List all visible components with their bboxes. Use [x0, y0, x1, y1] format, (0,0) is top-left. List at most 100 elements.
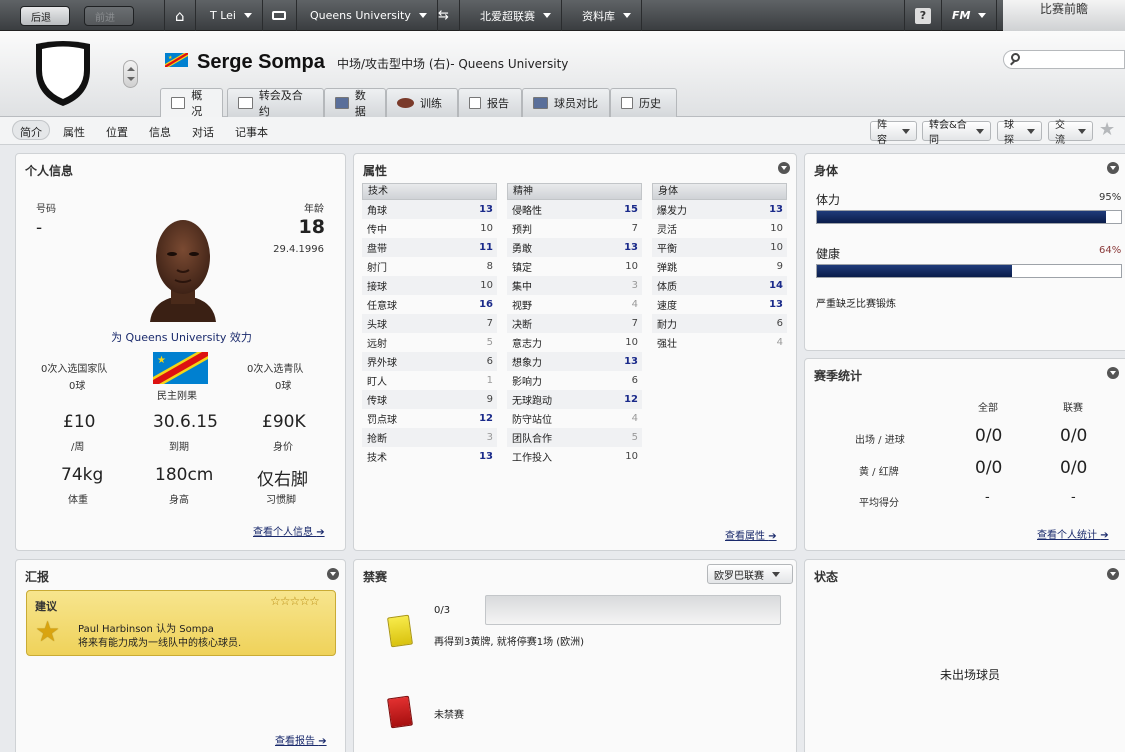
- view-personal-info-link[interactable]: 查看个人信息 ➔: [253, 523, 325, 538]
- subnav-attributes[interactable]: 属性: [63, 124, 85, 140]
- attribute-row[interactable]: 罚点球 12: [362, 409, 497, 428]
- league-name: 北爱超联赛: [480, 9, 535, 23]
- attribute-value: 13: [769, 299, 783, 310]
- view-personal-stats-link[interactable]: 查看个人统计 ➔: [1037, 526, 1109, 541]
- age-value: 18: [298, 216, 325, 238]
- attribute-row[interactable]: 工作投入 10: [507, 447, 642, 466]
- panel-menu-icon[interactable]: [1107, 367, 1119, 379]
- attribute-row[interactable]: 头球 7: [362, 314, 497, 333]
- plays-for-link[interactable]: 为 Queens University 效力: [16, 329, 347, 345]
- attribute-value: 5: [631, 432, 638, 443]
- match-preview-button[interactable]: 比赛前瞻: [1003, 0, 1125, 31]
- view-attributes-link[interactable]: 查看属性 ➔: [725, 527, 777, 542]
- attribute-row[interactable]: 界外球 6: [362, 352, 497, 371]
- scout-dropdown[interactable]: 球探: [997, 120, 1042, 146]
- panel-menu-icon[interactable]: [1107, 162, 1119, 174]
- attribute-name: 意志力: [512, 339, 542, 350]
- attribute-row[interactable]: 意志力 10: [507, 333, 642, 352]
- attribute-row[interactable]: 爆发力 13: [652, 200, 787, 219]
- attribute-row[interactable]: 想象力 13: [507, 352, 642, 371]
- player-switch-stepper[interactable]: [123, 60, 138, 88]
- attribute-row[interactable]: 抢断 3: [362, 428, 497, 447]
- number-label: 号码: [36, 204, 56, 215]
- attribute-row[interactable]: 盘带 11: [362, 238, 497, 257]
- home-button[interactable]: ⌂: [164, 0, 196, 31]
- tab-label: 概况: [191, 89, 203, 118]
- attribute-name: 头球: [367, 320, 387, 331]
- attribute-row[interactable]: 侵略性 15: [507, 200, 642, 219]
- manager-menu[interactable]: T Lei: [200, 0, 263, 31]
- attribute-row[interactable]: 决断 7: [507, 314, 642, 333]
- attribute-row[interactable]: 角球 13: [362, 200, 497, 219]
- league-menu[interactable]: 北爱超联赛: [470, 0, 562, 31]
- database-menu[interactable]: 资料库: [572, 0, 642, 31]
- attribute-row[interactable]: 预判 7: [507, 219, 642, 238]
- back-button[interactable]: 后退: [20, 6, 70, 26]
- attribute-value: 10: [770, 242, 783, 253]
- competition-dropdown[interactable]: 欧罗巴联赛: [707, 564, 793, 584]
- attribute-row[interactable]: 射门 8: [362, 257, 497, 276]
- attribute-value: 13: [624, 356, 638, 367]
- attribute-row[interactable]: 盯人 1: [362, 371, 497, 390]
- attribute-row[interactable]: 影响力 6: [507, 371, 642, 390]
- attribute-name: 接球: [367, 282, 387, 293]
- inbox-button[interactable]: [262, 0, 297, 31]
- attribute-row[interactable]: 速度 13: [652, 295, 787, 314]
- advice-title: 建议: [35, 600, 57, 613]
- attribute-row[interactable]: 勇敢 13: [507, 238, 642, 257]
- panel-menu-icon[interactable]: [1107, 568, 1119, 580]
- attribute-row[interactable]: 传中 10: [362, 219, 497, 238]
- attribute-row[interactable]: 灵活 10: [652, 219, 787, 238]
- subnav-info[interactable]: 信息: [149, 124, 171, 140]
- view-report-link[interactable]: 查看报告 ➔: [275, 732, 327, 747]
- interaction-dropdown[interactable]: 交流: [1048, 120, 1093, 146]
- switch-button[interactable]: ⇆: [428, 0, 460, 31]
- help-button[interactable]: ?: [904, 0, 942, 31]
- attribute-row[interactable]: 体质 14: [652, 276, 787, 295]
- tab-training[interactable]: 训练: [386, 88, 458, 117]
- subnav-notes[interactable]: 记事本: [235, 124, 268, 140]
- dropdown-label: 转会&合同: [929, 120, 967, 146]
- attribute-row[interactable]: 远射 5: [362, 333, 497, 352]
- tab-overview[interactable]: 概况: [160, 88, 223, 118]
- attribute-row[interactable]: 弹跳 9: [652, 257, 787, 276]
- nation-name[interactable]: 民主刚果: [157, 387, 197, 402]
- compare-icon: [533, 97, 548, 109]
- chevron-up-icon: [127, 67, 135, 71]
- transfer-dropdown[interactable]: 转会&合同: [922, 120, 991, 146]
- panel-menu-icon[interactable]: [778, 162, 790, 174]
- tab-history[interactable]: 历史: [610, 88, 677, 117]
- attribute-row[interactable]: 镇定 10: [507, 257, 642, 276]
- attribute-row[interactable]: 技术 13: [362, 447, 497, 466]
- subnav-profile[interactable]: 简介: [12, 120, 50, 140]
- panel-menu-icon[interactable]: [327, 568, 339, 580]
- subnav-positions[interactable]: 位置: [106, 124, 128, 140]
- attribute-row[interactable]: 团队合作 5: [507, 428, 642, 447]
- club-menu[interactable]: Queens University: [300, 0, 438, 31]
- search-input[interactable]: [1003, 50, 1125, 69]
- player-photo: [144, 212, 222, 322]
- subnav-talk[interactable]: 对话: [192, 124, 214, 140]
- search-icon-handle: [1010, 60, 1015, 66]
- attribute-row[interactable]: 耐力 6: [652, 314, 787, 333]
- attribute-row[interactable]: 强壮 4: [652, 333, 787, 352]
- attribute-row[interactable]: 传球 9: [362, 390, 497, 409]
- attribute-row[interactable]: 视野 4: [507, 295, 642, 314]
- tab-report[interactable]: 报告: [458, 88, 522, 117]
- attribute-row[interactable]: 防守站位 4: [507, 409, 642, 428]
- tab-stats[interactable]: 数据: [324, 88, 386, 118]
- attribute-row[interactable]: 接球 10: [362, 276, 497, 295]
- attribute-name: 抢断: [367, 434, 387, 445]
- attribute-row[interactable]: 无球跑动 12: [507, 390, 642, 409]
- weight-value: 74kg: [61, 465, 104, 485]
- forward-button[interactable]: 前进: [84, 6, 134, 26]
- attribute-row[interactable]: 任意球 16: [362, 295, 497, 314]
- attribute-row[interactable]: 集中 3: [507, 276, 642, 295]
- attribute-value: 7: [486, 318, 493, 329]
- tab-transfer-contract[interactable]: 转会及合约: [227, 88, 324, 118]
- fm-menu[interactable]: FM: [942, 0, 998, 31]
- squad-dropdown[interactable]: 阵容: [870, 120, 917, 146]
- tab-compare[interactable]: 球员对比: [522, 88, 610, 117]
- star-icon[interactable]: ★: [1099, 119, 1115, 140]
- attribute-row[interactable]: 平衡 10: [652, 238, 787, 257]
